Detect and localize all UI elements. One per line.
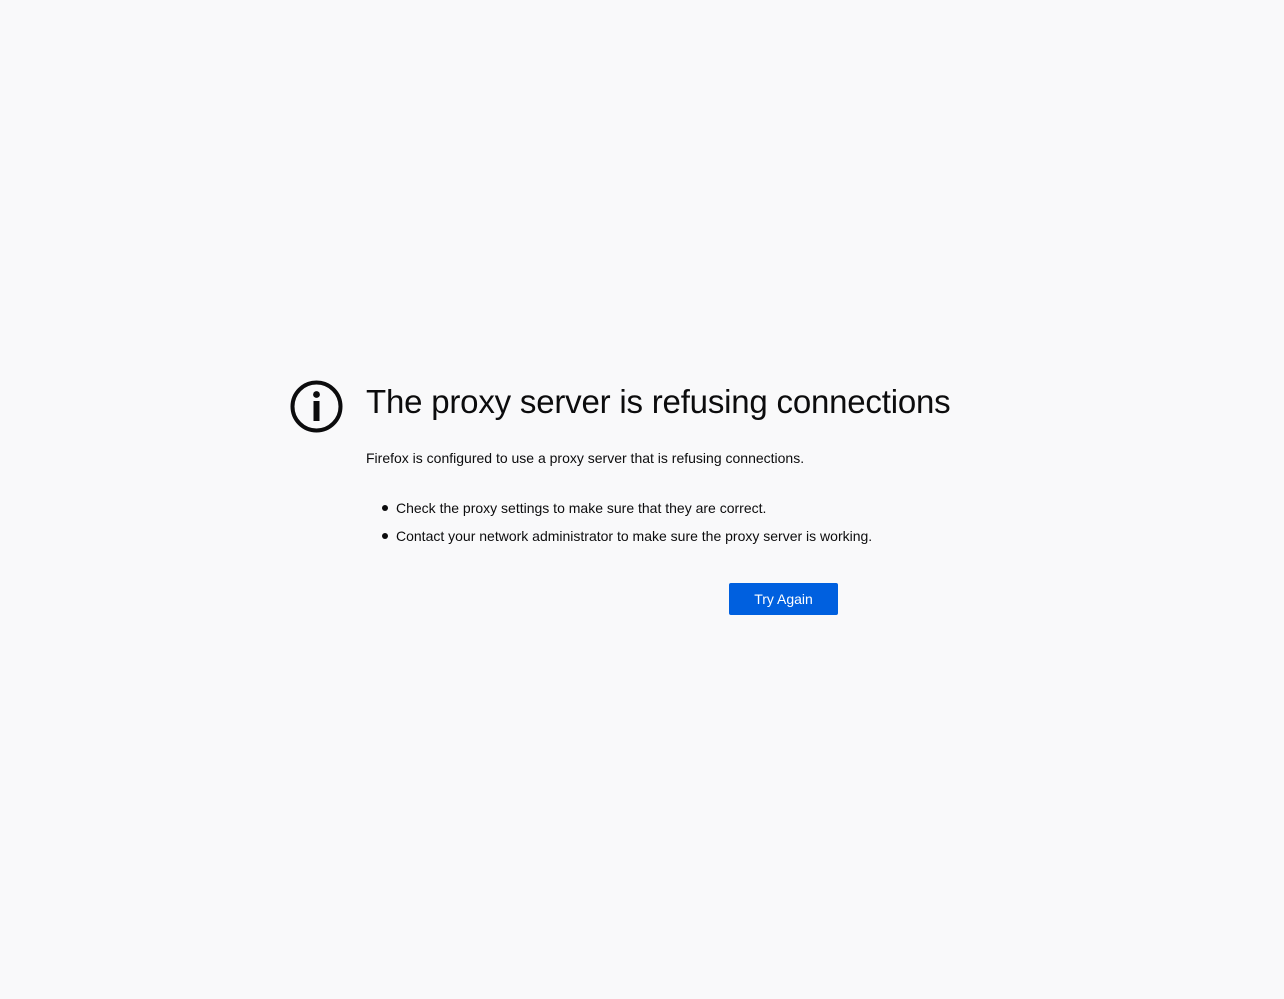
try-again-button[interactable]: Try Again xyxy=(729,583,838,615)
suggestion-item: Check the proxy settings to make sure th… xyxy=(382,494,926,522)
suggestion-item: Contact your network administrator to ma… xyxy=(382,522,926,550)
page-title: The proxy server is refusing connections xyxy=(366,383,951,420)
error-content: The proxy server is refusing connections… xyxy=(366,378,951,550)
error-description: Firefox is configured to use a proxy ser… xyxy=(366,450,805,466)
info-icon xyxy=(290,380,343,433)
suggestion-list: Check the proxy settings to make sure th… xyxy=(366,494,926,550)
bullet-icon xyxy=(382,533,388,539)
suggestion-text: Check the proxy settings to make sure th… xyxy=(396,500,767,516)
bullet-icon xyxy=(382,505,388,511)
suggestion-text: Contact your network administrator to ma… xyxy=(396,528,873,544)
